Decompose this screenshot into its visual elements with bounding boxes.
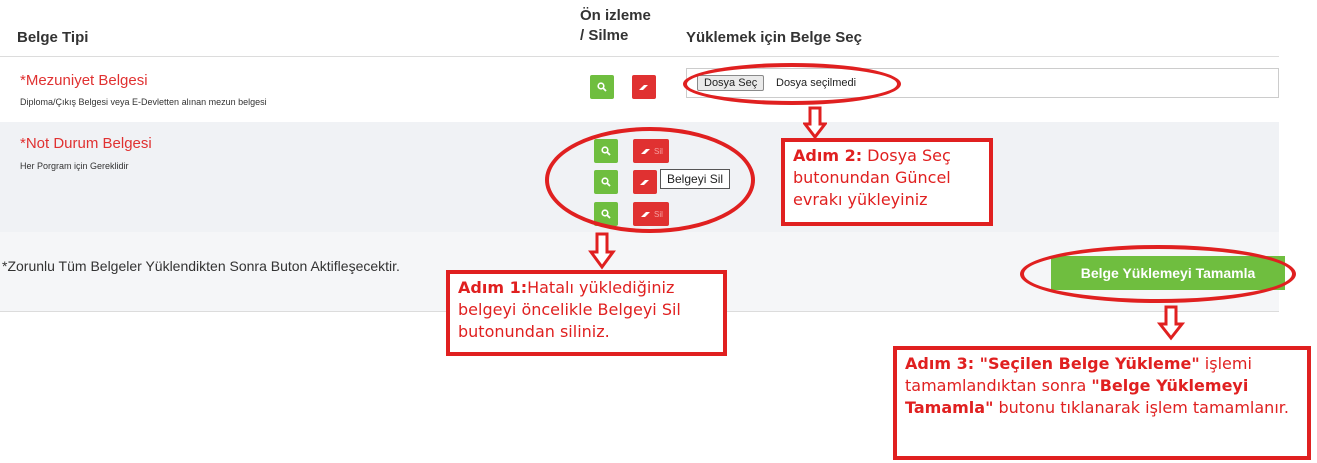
- highlight-ellipse-complete: [1020, 245, 1296, 303]
- highlight-ellipse-delete: [545, 127, 755, 233]
- callout-step-2-bold: Adım 2:: [793, 146, 863, 165]
- down-arrow-icon: [1157, 305, 1185, 341]
- doc-desc-mezuniyet: Diploma/Çıkış Belgesi veya E-Devletten a…: [20, 97, 267, 107]
- callout-step-3-bold-1: Adım 3: "Seçilen Belge Yükleme": [905, 354, 1200, 373]
- doc-desc-not-durum: Her Porgram için Gereklidir: [20, 161, 129, 171]
- callout-step-1-bold: Adım 1:: [458, 278, 528, 297]
- preview-button[interactable]: [590, 75, 614, 99]
- callout-step-2: Adım 2: Dosya Seç butonundan Güncel evra…: [781, 138, 993, 226]
- delete-button[interactable]: [632, 75, 656, 99]
- callout-step-1: Adım 1:Hatalı yüklediğiniz belgeyi öncel…: [446, 270, 727, 356]
- header-upload: Yüklemek için Belge Seç: [686, 29, 862, 46]
- down-arrow-icon: [803, 106, 827, 140]
- header-preview-delete: Ön izleme / Silme: [580, 6, 651, 46]
- callout-step-3-text-2: butonu tıklanarak işlem tamamlanır.: [993, 398, 1289, 417]
- header-doc-type: Belge Tipi: [17, 29, 89, 46]
- footer-note: *Zorunlu Tüm Belgeler Yüklendikten Sonra…: [2, 258, 400, 274]
- callout-step-3: Adım 3: "Seçilen Belge Yükleme" işlemi t…: [893, 346, 1311, 460]
- header-preview-line1: Ön izleme: [580, 7, 651, 24]
- header-preview-line2: / Silme: [580, 27, 629, 44]
- doc-title-not-durum: *Not Durum Belgesi: [20, 135, 152, 152]
- highlight-ellipse-file: [683, 63, 901, 105]
- down-arrow-icon: [588, 232, 616, 270]
- header-divider: [0, 56, 1279, 57]
- eraser-icon: [639, 84, 648, 90]
- search-icon: [597, 82, 607, 92]
- doc-title-mezuniyet: *Mezuniyet Belgesi: [20, 72, 148, 89]
